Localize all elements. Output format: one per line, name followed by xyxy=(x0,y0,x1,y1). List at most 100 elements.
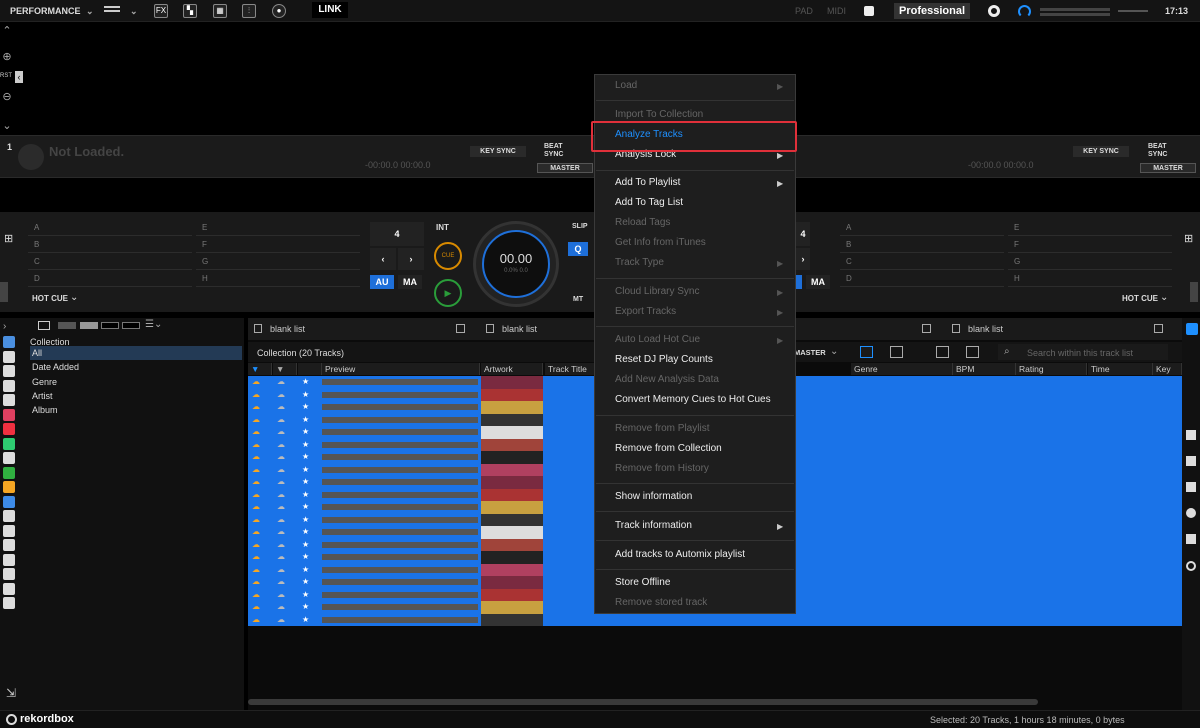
beat-loop-count[interactable]: 4 xyxy=(370,222,424,246)
tree-item[interactable]: Artist xyxy=(32,389,53,403)
hot-cue-pad[interactable]: C xyxy=(840,254,1004,270)
hot-cue-pad[interactable]: G xyxy=(1008,254,1172,270)
search-icon[interactable]: ⌕ xyxy=(1004,346,1010,357)
hot-cue-pad[interactable]: E xyxy=(196,220,360,236)
star-icon[interactable]: ★ xyxy=(302,440,309,449)
column-view-icon[interactable] xyxy=(936,346,949,358)
hot-cue-pad[interactable]: F xyxy=(196,237,360,253)
au-button-right[interactable] xyxy=(796,275,802,289)
hot-cue-pad[interactable]: H xyxy=(1008,271,1172,287)
device-icon[interactable] xyxy=(3,510,15,522)
star-icon[interactable]: ★ xyxy=(302,452,309,461)
info-icon[interactable] xyxy=(864,6,874,16)
tree-item[interactable]: Genre xyxy=(32,375,57,389)
star-icon[interactable]: ★ xyxy=(302,590,309,599)
panel-icon[interactable] xyxy=(1186,534,1196,544)
menu-item[interactable]: Add To Tag List xyxy=(615,197,683,209)
au-button[interactable]: AU xyxy=(370,275,394,289)
menu-item[interactable]: Reset DJ Play Counts xyxy=(615,354,713,366)
link-button[interactable]: LINK xyxy=(312,2,348,18)
star-icon[interactable]: ★ xyxy=(302,465,309,474)
star-icon[interactable]: ★ xyxy=(302,615,309,624)
star-icon[interactable]: ★ xyxy=(302,565,309,574)
menu-item[interactable]: Show information xyxy=(615,491,692,503)
star-icon[interactable]: ★ xyxy=(302,602,309,611)
pad-button[interactable]: PAD xyxy=(795,0,813,22)
fx-button[interactable]: FX xyxy=(154,4,168,18)
tab-blank-list-1[interactable]: blank list xyxy=(270,324,305,334)
tab-blank-list-3[interactable]: blank list xyxy=(968,324,1003,334)
star-icon[interactable]: ★ xyxy=(302,552,309,561)
waveform-preview[interactable] xyxy=(322,579,478,585)
related-icon[interactable] xyxy=(3,365,15,377)
list-view-icon[interactable] xyxy=(860,346,873,358)
master-deck-selector[interactable]: MASTER xyxy=(794,348,826,357)
chevron-down-icon[interactable]: ⌄ xyxy=(830,346,838,357)
loop-prev-button[interactable]: ‹ xyxy=(370,248,396,270)
star-icon[interactable]: ★ xyxy=(302,415,309,424)
pad-grid-icon[interactable]: ⊞ xyxy=(4,232,14,245)
waveform-preview[interactable] xyxy=(322,516,478,523)
zoom-in-icon[interactable]: ⊕ xyxy=(0,50,14,63)
loop-next-button-right[interactable]: › xyxy=(796,248,810,270)
spotify-icon[interactable] xyxy=(3,437,15,450)
layout-icon[interactable] xyxy=(104,6,120,8)
menu-item[interactable]: Convert Memory Cues to Hot Cues xyxy=(615,394,771,406)
cloud-icon[interactable] xyxy=(3,553,15,566)
midi-button[interactable]: MIDI xyxy=(827,0,846,22)
record-icon[interactable]: ● xyxy=(272,4,286,18)
column-header[interactable]: Preview xyxy=(322,363,480,375)
split-view-icon[interactable] xyxy=(966,346,979,358)
link-icon[interactable] xyxy=(1186,561,1196,571)
waveform-preview[interactable] xyxy=(322,466,478,473)
grid-icon[interactable] xyxy=(3,394,15,406)
cue-button[interactable]: CUE xyxy=(434,242,462,270)
hot-cue-selector-right[interactable]: HOT CUE xyxy=(1122,294,1158,303)
mode-selector[interactable]: PERFORMANCE xyxy=(10,0,81,22)
key-sync-button[interactable]: KEY SYNC xyxy=(470,146,526,157)
chevron-down-icon[interactable]: ⌄ xyxy=(130,0,138,22)
tab-blank-list-2[interactable]: blank list xyxy=(502,324,537,334)
related-tracks-icon[interactable] xyxy=(1186,456,1196,466)
grid-pad-icon[interactable]: ▦ xyxy=(213,4,227,18)
menu-item[interactable]: Remove from Collection xyxy=(615,443,722,455)
star-icon[interactable]: ★ xyxy=(302,502,309,511)
loop-next-button[interactable]: › xyxy=(398,248,424,270)
master-button-right[interactable]: MASTER xyxy=(1140,163,1196,173)
browser-view-icon[interactable] xyxy=(38,321,50,330)
hot-cue-pad[interactable]: D xyxy=(840,271,1004,287)
view-toggle-2[interactable] xyxy=(101,322,119,329)
waveform-preview[interactable] xyxy=(322,479,478,485)
waveform-handle-icon[interactable] xyxy=(0,282,8,302)
menu-item[interactable]: Track information xyxy=(615,520,692,532)
waveform-preview[interactable] xyxy=(322,541,478,548)
hot-cue-pad[interactable]: D xyxy=(28,271,192,287)
tree-item[interactable]: All xyxy=(30,346,242,360)
master-tempo-button[interactable]: MT xyxy=(573,296,583,303)
beatport-icon[interactable] xyxy=(3,466,15,479)
tab-menu-icon[interactable] xyxy=(1154,324,1163,333)
table-row[interactable]: ☁ ☁ ★ xyxy=(248,613,1182,626)
star-icon[interactable]: ★ xyxy=(302,527,309,536)
waveform-preview[interactable] xyxy=(322,591,478,598)
star-icon[interactable]: ★ xyxy=(302,402,309,411)
zoom-out-icon[interactable]: ⊖ xyxy=(0,90,14,103)
filter-icon[interactable]: ▼ xyxy=(248,363,272,375)
hot-cue-pad[interactable]: F xyxy=(1008,237,1172,253)
mixer-icon[interactable]: ⫶ xyxy=(242,4,256,18)
info-icon[interactable] xyxy=(1186,508,1196,518)
star-icon[interactable]: ★ xyxy=(302,577,309,586)
hot-cue-pad[interactable]: G xyxy=(196,254,360,270)
waveform-preview[interactable] xyxy=(322,604,478,610)
tree-item[interactable]: Date Added xyxy=(32,360,79,374)
waveform-preview[interactable] xyxy=(322,491,478,498)
int-selector[interactable]: INT xyxy=(436,223,449,232)
column-header[interactable]: Artwork xyxy=(481,363,543,375)
chevron-down-icon[interactable]: ⌄ xyxy=(1160,292,1168,303)
column-header[interactable]: Track Title xyxy=(545,363,595,375)
waveform-preview[interactable] xyxy=(322,391,478,398)
dropbox-icon[interactable] xyxy=(3,495,15,508)
menu-item[interactable]: Add tracks to Automix playlist xyxy=(615,549,745,561)
import-icon[interactable]: ⇲ xyxy=(6,686,16,700)
star-icon[interactable]: ★ xyxy=(302,477,309,486)
